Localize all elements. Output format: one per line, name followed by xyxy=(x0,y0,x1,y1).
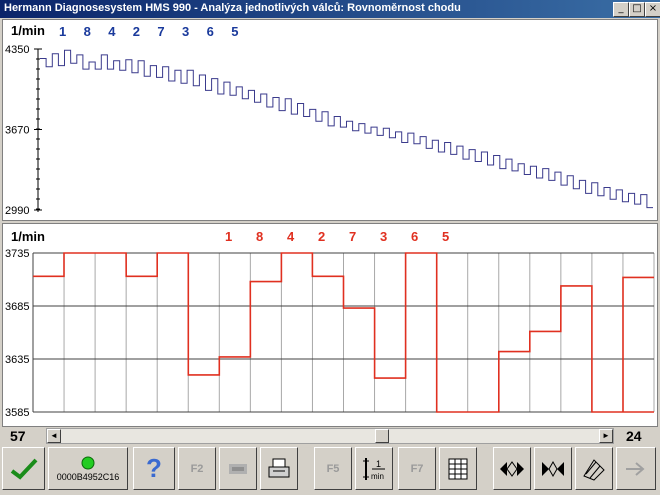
scroll-left-button[interactable]: ◄ xyxy=(47,429,61,443)
window-title: Hermann Diagnosesystem HMS 990 - Analýza… xyxy=(4,2,461,14)
bottom-y-tick-label: 3735 xyxy=(5,248,29,260)
printer-icon xyxy=(268,458,290,477)
help-icon: ? xyxy=(146,453,162,483)
rpm-scale-button[interactable]: 1 min xyxy=(355,447,393,490)
rpm-scale-icon: 1 min xyxy=(363,457,385,481)
compress-arrows-icon xyxy=(542,460,564,477)
print-button[interactable] xyxy=(260,447,298,490)
top-y-tick-label: 3670 xyxy=(5,125,29,137)
scroll-start-value: 57 xyxy=(10,428,26,444)
top-y-tick-label: 2990 xyxy=(5,205,29,217)
bottom-cylinder-chart: 1/min 1 8 4 2 7 3 6 5 3735 3685 3635 3585 xyxy=(5,229,655,419)
top-cylinder-label: 5 xyxy=(231,24,238,39)
top-cylinder-label: 4 xyxy=(108,24,116,39)
expand-arrows-icon xyxy=(500,460,524,477)
scroll-end-value: 24 xyxy=(626,428,642,444)
hatch-icon xyxy=(583,458,605,481)
top-cylinder-label: 2 xyxy=(133,24,140,39)
arrow-right-icon xyxy=(626,461,645,476)
bottom-y-tick-label: 3585 xyxy=(5,407,29,419)
bottom-cylinder-label: 8 xyxy=(256,229,263,244)
checkmark-icon xyxy=(10,458,37,480)
bottom-toolbar: 0000B4952C16 ? F2 F5 1 min F7 xyxy=(0,446,660,495)
module-icon xyxy=(229,463,247,474)
f7-button[interactable]: F7 xyxy=(398,447,436,490)
zoom-in-button[interactable] xyxy=(493,447,531,490)
top-chart-panel: 1/min 1 8 4 2 7 3 6 5 4350 3670 2990 xyxy=(2,19,658,221)
f5-button[interactable]: F5 xyxy=(314,447,352,490)
top-cylinder-label: 6 xyxy=(207,24,214,39)
top-y-tick-label: 4350 xyxy=(5,44,29,56)
minimize-button[interactable]: _ xyxy=(613,2,629,17)
bottom-cylinder-label: 2 xyxy=(318,229,325,244)
top-cylinder-label: 8 xyxy=(84,24,91,39)
rpm-trace-line xyxy=(40,49,653,209)
bottom-cylinder-label: 6 xyxy=(411,229,418,244)
bottom-cylinder-label: 3 xyxy=(380,229,387,244)
bottom-y-tick-label: 3685 xyxy=(5,301,29,313)
table-icon xyxy=(448,458,468,479)
device-id: 0000B4952C16 xyxy=(56,471,120,482)
title-bar: Hermann Diagnosesystem HMS 990 - Analýza… xyxy=(0,0,660,18)
next-button[interactable] xyxy=(616,447,656,490)
rpm-unit: min xyxy=(371,472,384,481)
scroll-thumb[interactable] xyxy=(375,429,389,443)
bottom-cylinder-label: 7 xyxy=(349,229,356,244)
bottom-chart-panel: 1/min 1 8 4 2 7 3 6 5 3735 3685 3635 3585 xyxy=(2,223,658,427)
top-cylinder-label: 3 xyxy=(182,24,189,39)
f7-label: F7 xyxy=(410,462,424,475)
f2-button[interactable]: F2 xyxy=(178,447,216,490)
help-button[interactable]: ? xyxy=(133,447,175,490)
svg-text:1: 1 xyxy=(376,459,381,469)
close-button[interactable]: × xyxy=(645,2,660,17)
bottom-y-tick-label: 3635 xyxy=(5,354,29,366)
f2-label: F2 xyxy=(190,462,204,475)
confirm-button[interactable] xyxy=(2,447,45,490)
top-unit-label: 1/min xyxy=(11,23,45,38)
table-view-button[interactable] xyxy=(439,447,477,490)
bottom-cylinder-label: 5 xyxy=(442,229,449,244)
top-cylinder-label: 1 xyxy=(59,24,66,39)
bottom-unit-label: 1/min xyxy=(11,229,45,244)
module-button[interactable] xyxy=(219,447,257,490)
horizontal-scrollbar[interactable]: ◄ ► xyxy=(46,428,614,444)
hatch-button[interactable] xyxy=(575,447,613,490)
connection-status-button[interactable]: 0000B4952C16 xyxy=(48,447,128,490)
f5-label: F5 xyxy=(326,462,340,475)
bottom-cylinder-label: 4 xyxy=(287,229,295,244)
zoom-out-button[interactable] xyxy=(534,447,572,490)
maximize-button[interactable]: □ xyxy=(629,2,645,17)
top-cylinder-label: 7 xyxy=(157,24,164,39)
bottom-cylinder-label: 1 xyxy=(225,229,232,244)
scroll-right-button[interactable]: ► xyxy=(599,429,613,443)
top-rpm-chart: 1/min 1 8 4 2 7 3 6 5 4350 3670 2990 xyxy=(5,23,653,217)
status-led-icon xyxy=(81,456,95,469)
